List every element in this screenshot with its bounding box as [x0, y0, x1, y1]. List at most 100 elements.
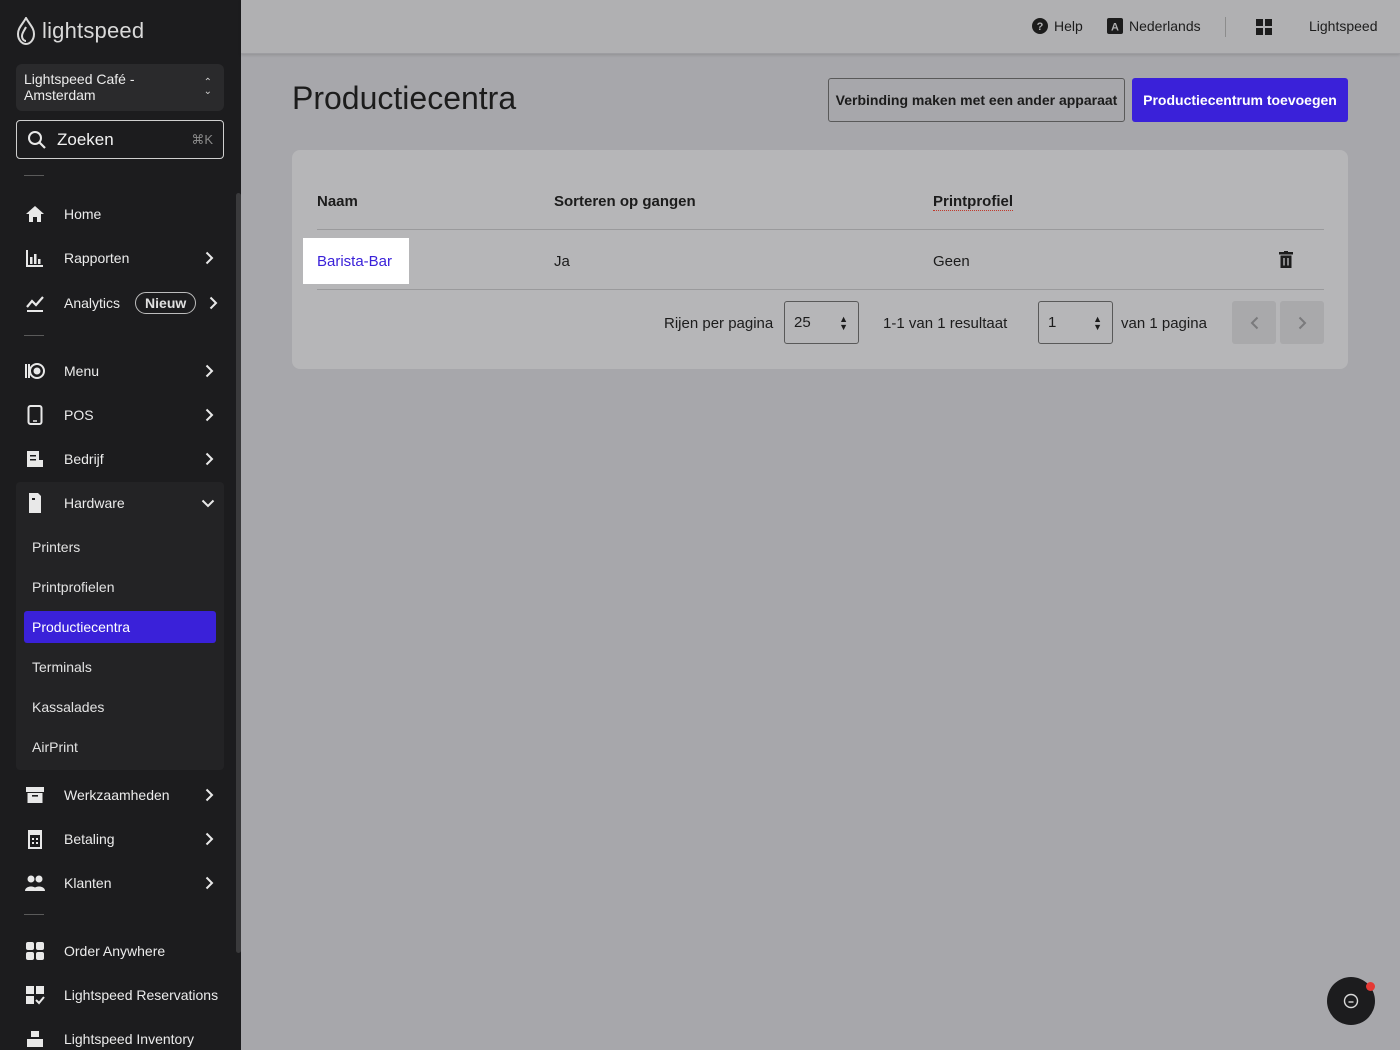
- apps-grid-button[interactable]: [1256, 19, 1272, 35]
- previous-page-button[interactable]: [1232, 301, 1276, 344]
- sidebar-item-label: Analytics: [64, 295, 121, 311]
- search-input[interactable]: Zoeken ⌘K: [16, 120, 224, 159]
- sidebar-item-label: Menu: [64, 363, 100, 379]
- sidebar-item-label: Betaling: [64, 831, 115, 847]
- hardware-icon: [24, 492, 46, 514]
- production-centers-table: Naam Sorteren op gangen Printprofiel Bar…: [292, 150, 1348, 369]
- sidebar-item-menu[interactable]: Menu: [16, 351, 224, 391]
- sidebar-subitem-productiecentra[interactable]: Productiecentra: [24, 611, 216, 643]
- divider: [24, 914, 44, 915]
- archive-icon: [24, 784, 46, 806]
- sidebar-item-werkzaamheden[interactable]: Werkzaamheden: [16, 775, 224, 815]
- logo-text: lightspeed: [42, 18, 145, 43]
- sidebar-item-home[interactable]: Home: [16, 194, 224, 234]
- sidebar-item-label: POS: [64, 407, 94, 423]
- sidebar-subitem-kassalades[interactable]: Kassalades: [24, 691, 216, 723]
- business-icon: [24, 448, 46, 470]
- language-selector[interactable]: A Nederlands: [1107, 18, 1201, 34]
- sidebar-item-pos[interactable]: POS: [16, 395, 224, 435]
- chevron-right-icon: [205, 876, 214, 890]
- chevron-down-icon: [201, 499, 215, 508]
- rows-per-page-value: 25: [794, 314, 811, 331]
- page-title: Productiecentra: [292, 80, 517, 116]
- bar-chart-icon: [24, 247, 46, 269]
- result-count: 1-1 van 1 resultaat: [883, 315, 1008, 332]
- venue-selector[interactable]: Lightspeed Café - Amsterdam ⌃ ⌄: [16, 64, 224, 111]
- search-shortcut: ⌘K: [191, 131, 213, 147]
- sidebar-item-order-anywhere[interactable]: Order Anywhere: [16, 931, 224, 971]
- page-number-value: 1: [1048, 314, 1057, 331]
- sidebar-item-label: Rapporten: [64, 250, 130, 266]
- search-icon: [28, 130, 46, 149]
- tablet-icon: [24, 404, 46, 426]
- sidebar-item-label: Lightspeed Inventory: [64, 1031, 194, 1047]
- add-production-center-button[interactable]: Productiecentrum toevoegen: [1132, 78, 1348, 122]
- help-icon: ?: [1032, 18, 1048, 34]
- top-bar: ? Help A Nederlands Lightspeed: [241, 0, 1400, 54]
- sidebar-subitem-terminals[interactable]: Terminals: [24, 651, 216, 683]
- sidebar-item-bedrijf[interactable]: Bedrijf: [16, 439, 224, 479]
- sidebar-item-inventory[interactable]: Lightspeed Inventory: [16, 1019, 224, 1050]
- sidebar-item-label: Hardware: [64, 495, 125, 511]
- sidebar-item-betaling[interactable]: Betaling: [16, 819, 224, 859]
- account-label: Lightspeed: [1309, 18, 1378, 34]
- chevron-up-down-icon: ⌃ ⌄: [203, 77, 212, 97]
- sidebar-item-label: Werkzaamheden: [64, 787, 170, 803]
- column-header-print-profile: Printprofiel: [933, 193, 1014, 211]
- chevron-left-icon: [1250, 316, 1258, 329]
- chevron-right-icon: [205, 364, 214, 378]
- sidebar-scrollbar[interactable]: [236, 193, 241, 953]
- production-center-name-link[interactable]: Barista-Bar: [303, 238, 409, 284]
- language-icon: A: [1107, 18, 1123, 34]
- menu-plate-icon: [24, 360, 46, 382]
- apps-grid-icon: [1256, 19, 1272, 35]
- column-header-name: Naam: [317, 193, 358, 210]
- sidebar-item-label: Home: [64, 206, 102, 222]
- sidebar-subitem-printprofielen[interactable]: Printprofielen: [24, 571, 216, 603]
- new-badge: Nieuw: [135, 292, 197, 314]
- sort-by-courses-value: Ja: [554, 253, 570, 270]
- sidebar-item-rapporten[interactable]: Rapporten: [16, 238, 224, 278]
- divider: [24, 335, 44, 336]
- sidebar-item-reservations[interactable]: Lightspeed Reservations: [16, 975, 224, 1015]
- sidebar: lightspeed Lightspeed Café - Amsterdam ⌃…: [0, 0, 241, 1050]
- help-link[interactable]: ? Help: [1032, 18, 1083, 34]
- trend-icon: [24, 292, 46, 314]
- trash-icon[interactable]: [1279, 251, 1293, 269]
- sidebar-item-analytics[interactable]: Analytics Nieuw: [16, 283, 224, 323]
- page-number-select[interactable]: 1 ▲ ▼: [1038, 301, 1113, 344]
- connect-device-button[interactable]: Verbinding maken met een ander apparaat: [828, 78, 1125, 122]
- sidebar-item-label: Bedrijf: [64, 451, 104, 467]
- sidebar-item-label: Lightspeed Reservations: [64, 987, 219, 1003]
- next-page-button[interactable]: [1280, 301, 1324, 344]
- venue-name: Lightspeed Café - Amsterdam: [24, 71, 135, 103]
- chevron-right-icon: [1298, 316, 1306, 329]
- chevron-right-icon: [205, 832, 214, 846]
- sidebar-item-hardware[interactable]: Hardware: [16, 483, 224, 523]
- sidebar-item-label: Klanten: [64, 875, 112, 891]
- column-header-sort: Sorteren op gangen: [554, 193, 696, 210]
- row-divider: [317, 289, 1324, 290]
- sidebar-subitem-airprint[interactable]: AirPrint: [24, 731, 216, 763]
- account-menu[interactable]: Lightspeed: [1309, 18, 1378, 34]
- rows-per-page-select[interactable]: 25 ▲ ▼: [784, 301, 859, 344]
- svg-text:A: A: [1111, 22, 1119, 34]
- chevron-right-icon: [205, 408, 214, 422]
- svg-text:?: ?: [1037, 21, 1044, 33]
- search-placeholder: Zoeken: [57, 129, 114, 149]
- lightspeed-logo[interactable]: lightspeed: [16, 16, 144, 46]
- chevron-up-down-icon: ▲ ▼: [839, 314, 848, 332]
- header-divider: [317, 229, 1324, 230]
- sidebar-subitem-printers[interactable]: Printers: [24, 531, 216, 563]
- sidebar-item-klanten[interactable]: Klanten: [16, 863, 224, 903]
- customers-icon: [24, 872, 46, 894]
- flame-logo-icon: [16, 17, 36, 45]
- help-label: Help: [1054, 18, 1083, 34]
- inventory-icon: [24, 1028, 46, 1050]
- chat-icon: [1343, 993, 1359, 1009]
- payment-icon: [24, 828, 46, 850]
- notification-dot: [1366, 982, 1375, 991]
- reservations-icon: [24, 984, 46, 1006]
- home-icon: [24, 203, 46, 225]
- page-of-label: van 1 pagina: [1121, 315, 1207, 332]
